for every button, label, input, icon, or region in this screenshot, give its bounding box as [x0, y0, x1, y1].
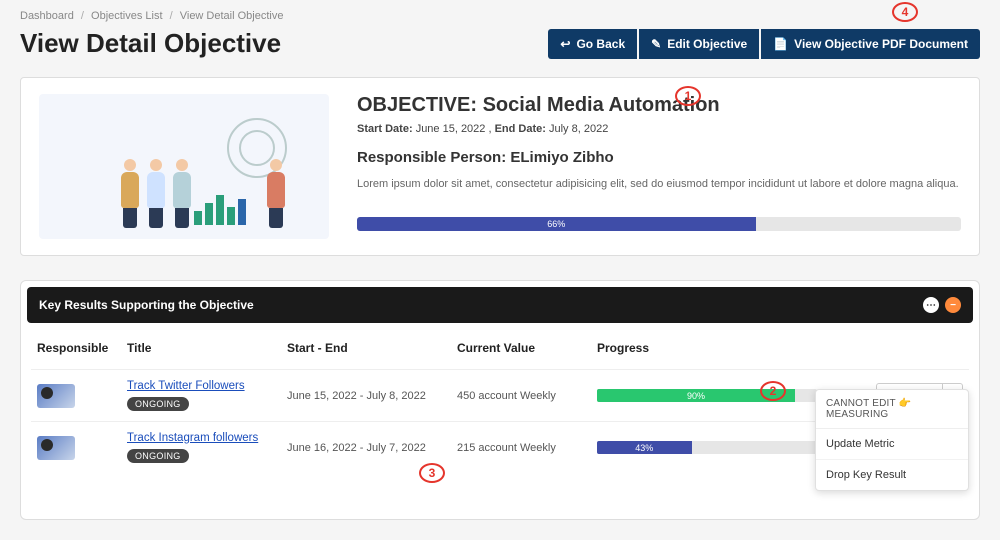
view-pdf-button[interactable]: 📄 View Objective PDF Document: [761, 29, 980, 59]
col-title: Title: [121, 331, 281, 370]
col-responsible: Responsible: [31, 331, 121, 370]
reply-arrow-icon: ↩: [560, 37, 570, 51]
breadcrumb-item[interactable]: Objectives List: [91, 10, 163, 22]
breadcrumb-item: View Detail Objective: [180, 10, 284, 22]
panel-settings-icon[interactable]: ⋯: [923, 297, 939, 313]
current-value-cell: 450 account Weekly: [451, 370, 591, 422]
objective-card: OBJECTIVE: Social Media Automation Start…: [20, 77, 980, 256]
status-badge: ONGOING: [127, 397, 189, 411]
page-title: View Detail Objective: [20, 28, 281, 59]
pdf-file-icon: 📄: [773, 37, 788, 51]
col-start-end: Start - End: [281, 331, 451, 370]
go-back-button[interactable]: ↩ Go Back: [548, 29, 637, 59]
row-progress-bar: 43%: [597, 441, 817, 454]
avatar: [37, 436, 75, 460]
row-progress-fill: 90%: [597, 389, 795, 402]
edit-objective-button[interactable]: ✎ Edit Objective: [639, 29, 759, 59]
dropdown-item-drop-key-result[interactable]: Drop Key Result: [816, 460, 968, 490]
status-badge: ONGOING: [127, 449, 189, 463]
breadcrumb-item[interactable]: Dashboard: [20, 10, 74, 22]
objective-progress-fill: 66%: [357, 217, 756, 231]
key-result-link[interactable]: Track Twitter Followers: [127, 380, 275, 392]
objective-title: OBJECTIVE: Social Media Automation: [357, 94, 961, 117]
panel-collapse-icon[interactable]: −: [945, 297, 961, 313]
dropdown-item-update-metric[interactable]: Update Metric: [816, 429, 968, 460]
objective-illustration: [39, 94, 329, 239]
key-results-panel-title: Key Results Supporting the Objective: [39, 298, 254, 312]
col-current-value: Current Value: [451, 331, 591, 370]
table-header-row: Responsible Title Start - End Current Va…: [31, 331, 969, 370]
header-button-group: ↩ Go Back ✎ Edit Objective 📄 View Object…: [548, 29, 980, 59]
breadcrumb-separator: /: [170, 10, 173, 22]
avatar: [37, 384, 75, 408]
key-result-link[interactable]: Track Instagram followers: [127, 432, 275, 444]
col-progress: Progress: [591, 331, 859, 370]
date-range-cell: June 15, 2022 - July 8, 2022: [281, 370, 451, 422]
row-progress-bar: 90%: [597, 389, 817, 402]
dropdown-header: CANNOT EDIT 👉 MEASURING: [816, 390, 968, 429]
pencil-icon: ✎: [651, 37, 661, 51]
breadcrumb-separator: /: [81, 10, 84, 22]
date-range-cell: June 16, 2022 - July 7, 2022: [281, 422, 451, 474]
objective-progress-bar: 66%: [357, 217, 961, 231]
actions-dropdown: CANNOT EDIT 👉 MEASURING Update Metric Dr…: [815, 389, 969, 491]
responsible-person: Responsible Person: ELimiyo Zibho: [357, 149, 961, 166]
objective-description: Lorem ipsum dolor sit amet, consectetur …: [357, 176, 961, 193]
objective-date-range: Start Date: June 15, 2022 , End Date: Ju…: [357, 123, 961, 135]
key-results-panel: Key Results Supporting the Objective ⋯ −…: [20, 280, 980, 520]
breadcrumb: Dashboard / Objectives List / View Detai…: [20, 10, 980, 22]
current-value-cell: 215 account Weekly: [451, 422, 591, 474]
row-progress-fill: 43%: [597, 441, 692, 454]
